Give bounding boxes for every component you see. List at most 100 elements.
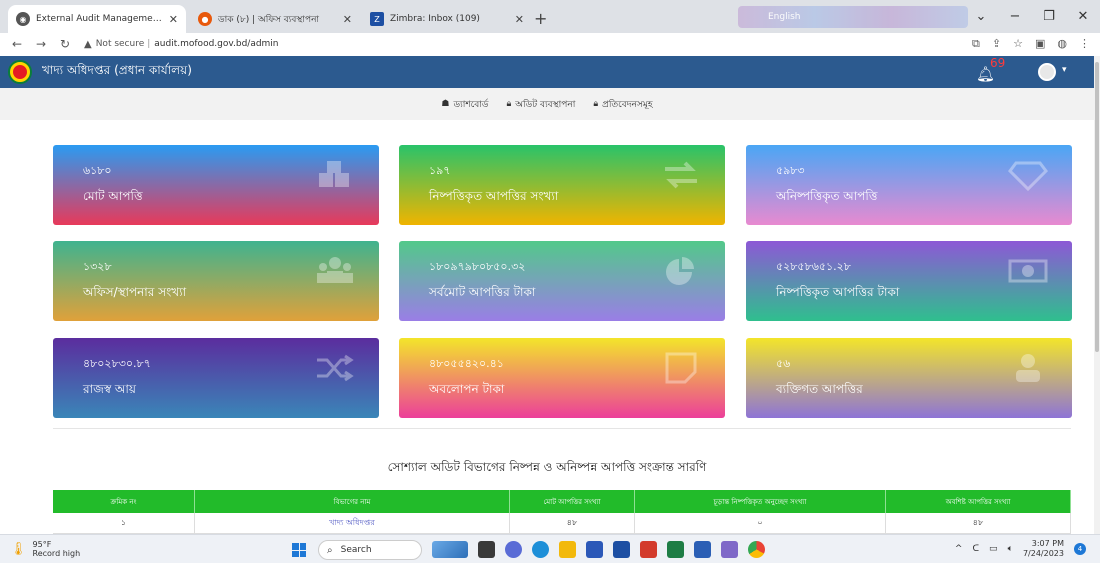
widgets-icon[interactable]	[432, 541, 468, 558]
stat-label: অনিষ্পত্তিকৃত আপত্তি	[776, 189, 878, 203]
stat-label: মোট আপত্তি	[83, 189, 143, 203]
notification-badge[interactable]: 4	[1074, 543, 1086, 555]
stat-card[interactable]: ৬১৮০ মোট আপত্তি	[53, 145, 379, 225]
temperature: 95°F	[32, 540, 52, 549]
stat-card[interactable]: ৪৮০২৮৩০.৮৭ রাজস্ব আয়	[53, 338, 379, 418]
volume-icon[interactable]: 🔈︎	[1008, 544, 1013, 554]
browser-tab-dak[interactable]: ● ডাক (৮) | অফিস ব্যবস্থাপনা ✕	[190, 5, 360, 33]
globe-icon: ◉	[16, 12, 30, 26]
star-icon[interactable]: ☆	[1013, 37, 1023, 51]
not-secure-label: Not secure	[95, 39, 145, 49]
sidebar-icon[interactable]: ▣	[1035, 37, 1045, 51]
edge-icon[interactable]	[532, 541, 549, 558]
government-logo-icon[interactable]	[10, 62, 30, 82]
file-explorer-icon[interactable]	[559, 541, 576, 558]
translate-icon[interactable]: ⧉	[972, 37, 980, 51]
forward-icon[interactable]: →	[34, 37, 48, 51]
close-icon[interactable]: ✕	[169, 13, 178, 26]
profile-icon[interactable]: ◍	[1057, 37, 1067, 51]
excel-icon[interactable]	[667, 541, 684, 558]
browser-tab-zimbra[interactable]: Z Zimbra: Inbox (109) ✕	[362, 5, 532, 33]
cell-serial: ১	[53, 513, 195, 533]
stat-value: ৫২৮৫৮৬৫১.২৮	[776, 260, 851, 273]
avatar[interactable]	[1038, 63, 1056, 81]
stat-label: অফিস/স্থাপনার সংখ্যা	[83, 285, 187, 299]
search-icon: ⌕	[327, 544, 333, 556]
windows-start-icon[interactable]	[292, 543, 306, 557]
dak-icon: ●	[198, 12, 212, 26]
cell-total: ৪৮	[510, 513, 635, 533]
store-icon[interactable]	[586, 541, 603, 558]
stat-value: ৫৯৮৩	[776, 164, 805, 177]
table-row: ১ খাদ্য অধিদপ্তর ৪৮ ০ ৪৮	[53, 513, 1071, 534]
stat-card[interactable]: ৫২৮৫৮৬৫১.২৮ নিষ্পত্তিকৃত আপত্তির টাকা	[746, 241, 1072, 321]
app-title: খাদ্য অধিদপ্তর (প্রধান কার্যালয়)	[42, 63, 192, 77]
minimize-button[interactable]: −	[998, 9, 1032, 24]
zimbra-icon: Z	[370, 12, 384, 26]
search-placeholder: Search	[340, 545, 372, 555]
chevron-down-icon[interactable]: ⌄	[964, 9, 998, 24]
stat-card[interactable]: ৫৬ ব্যক্তিগত আপত্তির	[746, 338, 1072, 418]
tab-label: Zimbra: Inbox (109)	[390, 14, 480, 24]
new-tab-button[interactable]: +	[534, 9, 547, 28]
nav-reports[interactable]: 🔒︎ প্রতিবেদনসমূহ	[593, 97, 652, 112]
scrollbar-thumb[interactable]	[1095, 62, 1099, 352]
taskbar-search[interactable]: ⌕ Search	[318, 540, 422, 560]
language-label: English	[768, 12, 801, 22]
nav-audit-management[interactable]: 🔒︎ অডিট ব্যবস্থাপনা	[507, 97, 576, 112]
table-header: ক্রমিক নং বিভাগের নাম মোট আপত্তির সংখ্যা…	[53, 490, 1071, 513]
stat-label: নিষ্পত্তিকৃত আপত্তির সংখ্যা	[429, 189, 559, 203]
language-icon[interactable]: ᑕ	[972, 544, 979, 554]
close-window-button[interactable]: ✕	[1066, 9, 1100, 24]
close-icon[interactable]: ✕	[515, 13, 524, 26]
monitor-icon[interactable]: ▭	[989, 544, 998, 554]
stat-card[interactable]: ৫৯৮৩ অনিষ্পত্তিকৃত আপত্তি	[746, 145, 1072, 225]
clock-date: 7/24/2023	[1022, 549, 1064, 558]
stat-label: সর্বমোট আপত্তির টাকা	[429, 285, 536, 299]
lock-icon: 🔒︎	[593, 99, 599, 109]
caret-down-icon[interactable]: ▾	[1062, 65, 1067, 75]
lock-icon: 🔒︎	[506, 99, 512, 109]
chat-icon[interactable]	[505, 541, 522, 558]
stat-card[interactable]: ১৯৭ নিষ্পত্তিকৃত আপত্তির সংখ্যা	[399, 145, 725, 225]
cell-settled: ০	[635, 513, 886, 533]
nav-dashboard[interactable]: ☗ ড্যাশবোর্ড	[441, 97, 488, 112]
stat-card[interactable]: ১৮০৯৭৯৮০৮৫০.৩২ সর্বমোট আপত্তির টাকা	[399, 241, 725, 321]
chrome-icon[interactable]	[748, 541, 765, 558]
address-bar: ← → ↻ ▲ Not secure | audit.mofood.gov.bd…	[0, 33, 1100, 55]
restore-button[interactable]: ❐	[1032, 9, 1066, 24]
more-icon[interactable]: ⋮	[1079, 37, 1090, 51]
url-field[interactable]: ▲ Not secure | audit.mofood.gov.bd/admin	[84, 39, 279, 50]
nav-label: ড্যাশবোর্ড	[453, 99, 489, 110]
cell-department-link[interactable]: খাদ্য অধিদপ্তর	[195, 513, 510, 533]
reload-icon[interactable]: ↻	[58, 37, 72, 51]
share-icon[interactable]: ⇪	[992, 37, 1001, 51]
column-header: মোট আপত্তির সংখ্যা	[510, 490, 635, 513]
mail-icon[interactable]	[613, 541, 630, 558]
weather-widget[interactable]: 🌡︎ 95°F Record high	[10, 540, 80, 558]
tab-label: ডাক (৮) | অফিস ব্যবস্থাপনা	[218, 14, 320, 25]
word-icon[interactable]	[694, 541, 711, 558]
browser-tab-audit[interactable]: ◉ External Audit Management Syst ✕	[8, 5, 186, 33]
stat-card[interactable]: ১৩২৮ অফিস/স্থাপনার সংখ্যা	[53, 241, 379, 321]
stat-value: ৫৬	[776, 357, 791, 370]
close-icon[interactable]: ✕	[343, 13, 352, 26]
paint-icon[interactable]	[721, 541, 738, 558]
powerpoint-icon[interactable]	[640, 541, 657, 558]
back-icon[interactable]: ←	[10, 37, 24, 51]
stat-card[interactable]: ৪৮০৫৫৪২০.৪১ অবলোপন টাকা	[399, 338, 725, 418]
column-header: বিভাগের নাম	[195, 490, 510, 513]
table-title: সোশ্যাল অডিট বিভাগের নিষ্পন্ন ও অনিষ্পন্…	[387, 460, 707, 474]
stat-label: রাজস্ব আয়	[83, 382, 137, 396]
language-bar[interactable]: English	[738, 6, 968, 28]
stat-label: ব্যক্তিগত আপত্তির	[776, 382, 863, 396]
browser-tab-strip: ◉ External Audit Management Syst ✕ ● ডাক…	[0, 0, 1100, 33]
column-header: চূড়ান্ত নিষ্পত্তিকৃত অনুচ্ছেদ সংখ্যা	[635, 490, 886, 513]
chevron-up-icon[interactable]: ^	[955, 544, 963, 554]
task-view-icon[interactable]	[478, 541, 495, 558]
sub-navigation: ☗ ড্যাশবোর্ড 🔒︎ অডিট ব্যবস্থাপনা 🔒︎ প্রত…	[0, 88, 1094, 120]
warning-icon: ▲	[84, 38, 92, 50]
stat-value: ১৩২৮	[83, 260, 112, 273]
clock[interactable]: 3:07 PM 7/24/2023	[1023, 539, 1064, 559]
tab-label: External Audit Management Syst	[36, 14, 163, 24]
